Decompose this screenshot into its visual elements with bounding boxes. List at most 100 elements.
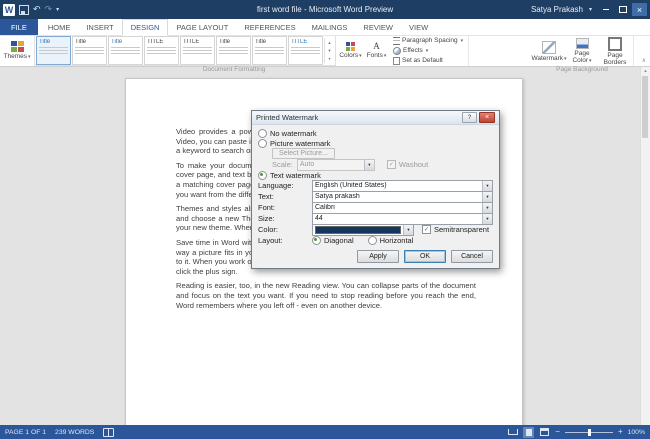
style-set-item[interactable]: TITLE [144, 36, 179, 65]
signed-in-user[interactable]: Satya Prakash [531, 5, 583, 14]
title-bar: W ↶ ↷ ▾ first word file - Microsoft Word… [0, 0, 650, 19]
zoom-percentage[interactable]: 100% [628, 429, 645, 436]
style-set-item[interactable]: TITLE [288, 36, 323, 65]
group-label-document-formatting: Document Formatting [202, 66, 266, 73]
watermark-button[interactable]: Watermark▾ [531, 39, 567, 63]
apply-button[interactable]: Apply [357, 250, 399, 263]
vertical-scrollbar[interactable]: ▲ [640, 66, 650, 425]
user-menu-caret-icon[interactable]: ▾ [589, 6, 592, 13]
minimize-button[interactable] [598, 3, 613, 16]
dropdown-arrow-icon[interactable]: ▼ [482, 180, 492, 191]
scale-label: Scale: [272, 160, 293, 169]
effects-caret-icon: ▾ [425, 47, 429, 54]
print-layout-button[interactable] [523, 426, 535, 438]
tab-page-layout[interactable]: PAGE LAYOUT [168, 19, 236, 35]
tab-references[interactable]: REFERENCES [236, 19, 303, 35]
dialog-help-icon[interactable]: ? [462, 112, 477, 123]
colors-caret-icon: ▾ [359, 52, 362, 59]
themes-caret-icon: ▾ [27, 53, 31, 60]
minimize-icon [602, 9, 609, 10]
gallery-up-icon[interactable]: ▲ [325, 38, 334, 46]
dialog-titlebar[interactable]: Printed Watermark ? × [252, 111, 499, 125]
style-set-item[interactable]: Title [36, 36, 71, 65]
set-as-default-button[interactable]: Set as Default [393, 56, 463, 65]
tab-mailings[interactable]: MAILINGS [304, 19, 356, 35]
style-set-item[interactable]: Title [108, 36, 143, 65]
read-mode-button[interactable] [507, 427, 518, 438]
gallery-down-icon[interactable]: ▼ [325, 46, 334, 54]
word-app-icon[interactable]: W [3, 3, 15, 16]
scroll-up-icon[interactable]: ▲ [641, 66, 650, 75]
gallery-more-icon[interactable]: ▾ [325, 55, 334, 63]
zoom-in-icon[interactable]: + [618, 428, 623, 436]
status-bar: PAGE 1 OF 1 239 WORDS − + 100% [0, 425, 650, 439]
dialog-close-icon[interactable]: × [479, 112, 495, 123]
radio-icon [258, 128, 267, 138]
tab-file[interactable]: FILE [0, 19, 38, 35]
quick-access-toolbar: W ↶ ↷ ▾ [3, 3, 59, 16]
themes-button[interactable]: Themes▾ [3, 40, 31, 61]
scrollbar-thumb[interactable] [642, 76, 648, 138]
style-set-item[interactable]: Title [216, 36, 251, 65]
word-count[interactable]: 239 WORDS [55, 429, 94, 436]
paragraph-spacing-button[interactable]: Paragraph Spacing ▾ [393, 36, 463, 45]
web-layout-icon [540, 428, 550, 436]
ribbon: Themes▾ Title Title Title TITLE TITLE Ti… [0, 35, 650, 73]
radio-icon [258, 138, 267, 148]
tab-view[interactable]: VIEW [401, 19, 436, 35]
ok-button[interactable]: OK [404, 250, 446, 263]
restore-button[interactable] [615, 3, 630, 16]
picture-watermark-radio[interactable]: Picture watermark [258, 138, 493, 148]
close-button[interactable]: × [632, 3, 647, 16]
group-label-page-background: Page Background [556, 66, 608, 73]
style-set-item[interactable]: Title [72, 36, 107, 65]
tab-insert[interactable]: INSERT [78, 19, 121, 35]
web-layout-button[interactable] [539, 427, 550, 438]
fonts-button[interactable]: A Fonts▾ [365, 41, 388, 60]
page-color-button[interactable]: Page Color▾ [567, 36, 597, 65]
select-picture-button[interactable]: Select Picture... [272, 148, 336, 159]
effects-icon [393, 46, 401, 55]
checkbox-checked-icon: ✓ [422, 225, 431, 234]
language-label: Language: [258, 181, 294, 190]
scale-combo[interactable]: Auto ▼ [296, 158, 375, 171]
colors-button[interactable]: Colors▾ [339, 41, 362, 60]
dropdown-arrow-icon[interactable]: ▼ [482, 213, 492, 224]
size-label: Size: [258, 214, 275, 223]
no-watermark-radio[interactable]: No watermark [258, 128, 493, 138]
undo-icon[interactable]: ↶ [33, 5, 41, 14]
save-icon[interactable] [19, 4, 29, 15]
dropdown-arrow-icon[interactable]: ▼ [482, 191, 492, 202]
color-swatch [315, 225, 401, 234]
proofing-status-icon[interactable] [103, 427, 115, 437]
washout-checkbox[interactable]: ✓ Washout [386, 160, 428, 169]
watermark-icon [542, 40, 556, 54]
tab-home[interactable]: HOME [40, 19, 79, 35]
style-set-item[interactable]: Title [252, 36, 287, 65]
zoom-slider-thumb[interactable] [587, 428, 591, 436]
page-color-icon [575, 38, 589, 49]
zoom-slider[interactable] [564, 428, 613, 436]
semitransparent-checkbox[interactable]: ✓ Semitransparent [422, 225, 489, 234]
cancel-button[interactable]: Cancel [451, 250, 493, 263]
quick-access-caret-icon[interactable]: ▾ [56, 6, 59, 13]
layout-label: Layout: [258, 236, 283, 245]
ribbon-tab-bar: FILE HOME INSERT DESIGN PAGE LAYOUT REFE… [0, 19, 650, 36]
page-borders-button[interactable]: Page Borders [600, 35, 630, 66]
effects-button[interactable]: Effects ▾ [393, 46, 463, 55]
redo-icon[interactable]: ↷ [45, 5, 53, 14]
text-watermark-radio[interactable]: Text watermark [258, 170, 493, 180]
diagonal-radio[interactable]: Diagonal [312, 236, 354, 246]
zoom-out-icon[interactable]: − [555, 428, 560, 436]
horizontal-radio[interactable]: Horizontal [367, 236, 413, 246]
page-indicator[interactable]: PAGE 1 OF 1 [5, 429, 46, 436]
tab-review[interactable]: REVIEW [355, 19, 401, 35]
style-set-item[interactable]: TITLE [180, 36, 215, 65]
dropdown-arrow-icon[interactable]: ▼ [482, 202, 492, 213]
gallery-scroll-controls: ▲ ▼ ▾ [324, 38, 334, 63]
paragraph[interactable]: Reading is easier, too, in the new Readi… [176, 281, 476, 310]
tab-design[interactable]: DESIGN [121, 19, 169, 36]
color-combo[interactable]: ▼ [312, 223, 414, 236]
dropdown-arrow-icon[interactable]: ▼ [403, 224, 413, 235]
collapse-ribbon-icon[interactable]: ∧ [642, 57, 646, 64]
